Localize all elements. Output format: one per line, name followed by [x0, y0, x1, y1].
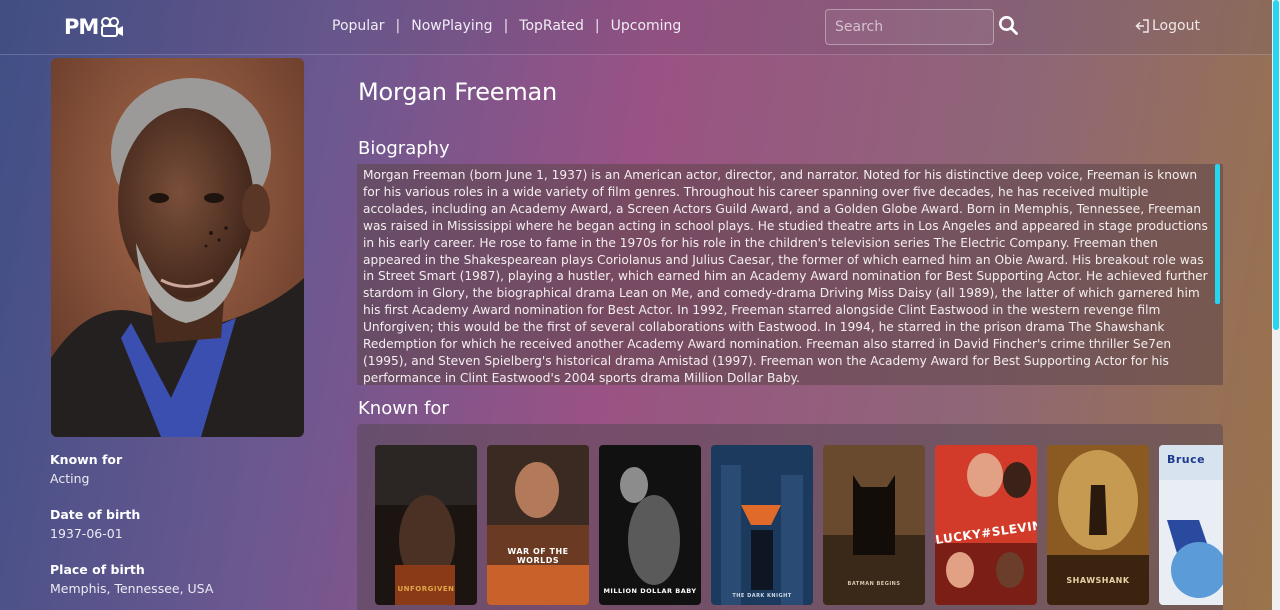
info-value: Memphis, Tennessee, USA — [50, 581, 214, 596]
info-value: Acting — [50, 471, 90, 486]
search-icon — [999, 16, 1018, 35]
poster-title: WAR OF THE WORLDS — [507, 547, 569, 565]
brand-logo[interactable]: PM — [64, 14, 124, 40]
info-value: 1937-06-01 — [50, 526, 123, 541]
poster-title: SHAWSHANK — [1066, 576, 1130, 585]
nav-separator: | — [395, 18, 401, 34]
poster-row: UNFORGIVEN WAR OF THE WORLDS MILLION DOL… — [375, 445, 1223, 605]
logout-label: Logout — [1152, 18, 1200, 34]
info-place-of-birth: Place of birth Memphis, Tennessee, USA — [50, 562, 213, 596]
info-label: Known for — [50, 452, 123, 467]
biography-text: Morgan Freeman (born June 1, 1937) is an… — [363, 168, 1208, 385]
nav-link-nowplaying[interactable]: NowPlaying — [411, 18, 492, 34]
search-input[interactable] — [825, 9, 994, 45]
poster-title: MILLION DOLLAR BABY — [603, 587, 697, 595]
poster-title: THE DARK KNIGHT — [732, 593, 792, 599]
page-scrollbar-thumb[interactable] — [1273, 0, 1279, 330]
biography-title: Biography — [358, 138, 450, 159]
poster-title: UNFORGIVEN — [397, 585, 455, 593]
movie-poster[interactable]: Bruce — [1159, 445, 1223, 605]
known-for-title: Known for — [358, 398, 449, 419]
info-label: Place of birth — [50, 562, 145, 577]
movie-poster[interactable]: LUCKY#SLEVIN — [935, 445, 1037, 605]
movie-poster[interactable]: UNFORGIVEN — [375, 445, 477, 605]
brand-text: PM — [64, 15, 99, 39]
movie-poster[interactable]: THE DARK KNIGHT — [711, 445, 813, 605]
profile-portrait — [51, 58, 304, 437]
info-date-of-birth: Date of birth 1937-06-01 — [50, 507, 140, 541]
info-known-for: Known for Acting — [50, 452, 122, 486]
nav-link-upcoming[interactable]: Upcoming — [611, 18, 682, 34]
movie-camera-icon — [101, 17, 124, 37]
poster-title: Bruce — [1167, 453, 1206, 466]
person-name: Morgan Freeman — [358, 78, 558, 106]
biography-box[interactable]: Morgan Freeman (born June 1, 1937) is an… — [357, 164, 1223, 385]
biography-scrollbar[interactable] — [1215, 164, 1220, 304]
nav-link-toprated[interactable]: TopRated — [519, 18, 584, 34]
movie-poster[interactable]: BATMAN BEGINS — [823, 445, 925, 605]
info-label: Date of birth — [50, 507, 141, 522]
logout-button[interactable]: Logout — [1134, 18, 1200, 34]
poster-title: BATMAN BEGINS — [847, 581, 901, 587]
movie-poster[interactable]: SHAWSHANK — [1047, 445, 1149, 605]
top-navbar: PM Popular | NowPlaying | TopRated | Upc… — [0, 0, 1272, 55]
search-button[interactable] — [998, 15, 1020, 37]
movie-poster[interactable]: WAR OF THE WORLDS — [487, 445, 589, 605]
known-for-carousel: UNFORGIVEN WAR OF THE WORLDS MILLION DOL… — [357, 424, 1223, 610]
sign-out-icon — [1135, 19, 1149, 33]
nav-separator: | — [594, 18, 600, 34]
nav-links: Popular | NowPlaying | TopRated | Upcomi… — [332, 18, 681, 34]
nav-separator: | — [503, 18, 509, 34]
movie-poster[interactable]: MILLION DOLLAR BABY — [599, 445, 701, 605]
nav-link-popular[interactable]: Popular — [332, 18, 385, 34]
